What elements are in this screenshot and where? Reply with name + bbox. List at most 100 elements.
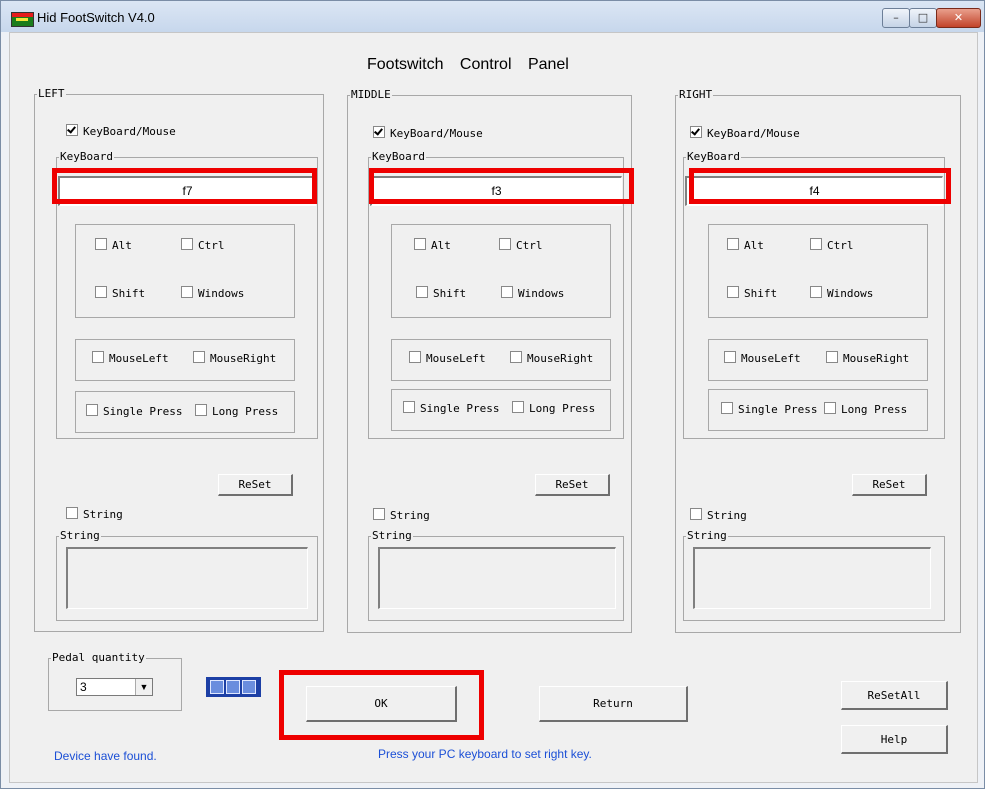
pedal-icon-left (210, 680, 224, 694)
pedal-quantity-value: 3 (80, 680, 87, 694)
ok-button-highlight (279, 670, 484, 740)
middle-ctrl-checkbox[interactable]: Ctrl (499, 238, 543, 252)
middle-string-legend: String (372, 529, 412, 542)
right-alt-checkbox[interactable]: Alt (727, 238, 764, 252)
help-button[interactable]: Help (841, 725, 948, 754)
right-shift-checkbox[interactable]: Shift (727, 286, 777, 300)
title-bar[interactable]: Hid FootSwitch V4.0 – □ ✕ (1, 1, 984, 32)
checkbox-box[interactable] (195, 404, 207, 416)
checkbox-label: Shift (112, 287, 146, 300)
checkbox-box[interactable] (501, 286, 513, 298)
return-button[interactable]: Return (539, 686, 688, 722)
checkbox-box[interactable] (810, 238, 822, 250)
right-panel-legend: RIGHT (679, 88, 713, 101)
checkbox-box[interactable] (824, 402, 836, 414)
checkbox-label: Ctrl (827, 239, 854, 252)
right-long-press-checkbox[interactable]: Long Press (824, 402, 907, 416)
chevron-down-icon[interactable]: ▼ (135, 679, 152, 695)
middle-mouseleft-checkbox[interactable]: MouseLeft (409, 351, 486, 365)
device-status: Device have found. (54, 749, 157, 763)
checkbox-box[interactable] (416, 286, 428, 298)
checkbox-label: Alt (112, 239, 132, 252)
right-key-highlight (689, 168, 951, 204)
checkbox-label: Windows (518, 287, 565, 300)
hint-text: Press your PC keyboard to set right key. (378, 747, 592, 761)
left-single-press-checkbox[interactable]: Single Press (86, 404, 182, 418)
checkbox-box[interactable] (193, 351, 205, 363)
left-alt-checkbox[interactable]: Alt (95, 238, 132, 252)
right-windows-checkbox[interactable]: Windows (810, 286, 873, 300)
checkbox-box[interactable] (499, 238, 511, 250)
middle-shift-checkbox[interactable]: Shift (416, 286, 466, 300)
right-mouseright-checkbox[interactable]: MouseRight (826, 351, 909, 365)
checkbox-box[interactable] (95, 238, 107, 250)
middle-windows-checkbox[interactable]: Windows (501, 286, 564, 300)
middle-panel-legend: MIDDLE (351, 88, 391, 101)
checkbox-box[interactable] (181, 286, 193, 298)
close-button[interactable]: ✕ (936, 8, 981, 28)
checkbox-box[interactable] (86, 404, 98, 416)
left-reset-button[interactable]: ReSet (218, 474, 293, 496)
maximize-button[interactable]: □ (909, 8, 937, 28)
middle-string-checkbox[interactable]: String (373, 508, 430, 522)
checkbox-box[interactable] (510, 351, 522, 363)
left-windows-checkbox[interactable]: Windows (181, 286, 244, 300)
middle-alt-checkbox[interactable]: Alt (414, 238, 451, 252)
checkbox-box[interactable] (721, 402, 733, 414)
checkbox-label: MouseLeft (741, 352, 801, 365)
checkbox-box[interactable] (414, 238, 426, 250)
right-string-legend: String (687, 529, 727, 542)
left-string-checkbox[interactable]: String (66, 507, 123, 521)
left-mouseleft-checkbox[interactable]: MouseLeft (92, 351, 169, 365)
checkbox-box[interactable] (810, 286, 822, 298)
checkbox-label: MouseRight (527, 352, 594, 365)
left-shift-checkbox[interactable]: Shift (95, 286, 145, 300)
checkbox-box[interactable] (181, 238, 193, 250)
right-mouseleft-checkbox[interactable]: MouseLeft (724, 351, 801, 365)
middle-mouseright-checkbox[interactable]: MouseRight (510, 351, 593, 365)
checkbox-label: Shift (433, 287, 467, 300)
checkbox-box[interactable] (403, 401, 415, 413)
checkbox-box[interactable] (373, 126, 385, 138)
left-long-press-checkbox[interactable]: Long Press (195, 404, 278, 418)
pedal-icon-middle (226, 680, 240, 694)
checkbox-box[interactable] (690, 508, 702, 520)
checkbox-box[interactable] (373, 508, 385, 520)
right-ctrl-checkbox[interactable]: Ctrl (810, 238, 854, 252)
checkbox-label: KeyBoard/Mouse (707, 127, 800, 140)
left-string-input[interactable] (66, 547, 308, 609)
checkbox-box[interactable] (724, 351, 736, 363)
left-key-highlight (52, 168, 317, 204)
checkbox-label: String (707, 509, 747, 522)
middle-single-press-checkbox[interactable]: Single Press (403, 401, 499, 415)
checkbox-label: KeyBoard/Mouse (83, 125, 176, 138)
control-panel: Footswitch Control Panel LEFT KeyBoard/M… (9, 32, 978, 783)
right-string-input[interactable] (693, 547, 931, 609)
reset-all-button[interactable]: ReSetAll (841, 681, 948, 710)
middle-string-input[interactable] (378, 547, 616, 609)
checkbox-label: KeyBoard/Mouse (390, 127, 483, 140)
checkbox-box[interactable] (727, 286, 739, 298)
checkbox-box[interactable] (66, 124, 78, 136)
right-string-checkbox[interactable]: String (690, 508, 747, 522)
right-single-press-checkbox[interactable]: Single Press (721, 402, 817, 416)
checkbox-box[interactable] (95, 286, 107, 298)
middle-reset-button[interactable]: ReSet (535, 474, 610, 496)
checkbox-box[interactable] (66, 507, 78, 519)
middle-long-press-checkbox[interactable]: Long Press (512, 401, 595, 415)
left-keyboard-mouse-checkbox[interactable]: KeyBoard/Mouse (66, 124, 176, 138)
right-keyboard-mouse-checkbox[interactable]: KeyBoard/Mouse (690, 126, 800, 140)
middle-keyboard-mouse-checkbox[interactable]: KeyBoard/Mouse (373, 126, 483, 140)
checkbox-box[interactable] (826, 351, 838, 363)
left-ctrl-checkbox[interactable]: Ctrl (181, 238, 225, 252)
checkbox-box[interactable] (92, 351, 104, 363)
right-reset-button[interactable]: ReSet (852, 474, 927, 496)
left-mouseright-checkbox[interactable]: MouseRight (193, 351, 276, 365)
pedal-quantity-select[interactable]: 3 ▼ (76, 678, 153, 696)
checkbox-box[interactable] (512, 401, 524, 413)
checkbox-box[interactable] (690, 126, 702, 138)
minimize-button[interactable]: – (882, 8, 910, 28)
pedal-icon-right (242, 680, 256, 694)
checkbox-box[interactable] (727, 238, 739, 250)
checkbox-box[interactable] (409, 351, 421, 363)
